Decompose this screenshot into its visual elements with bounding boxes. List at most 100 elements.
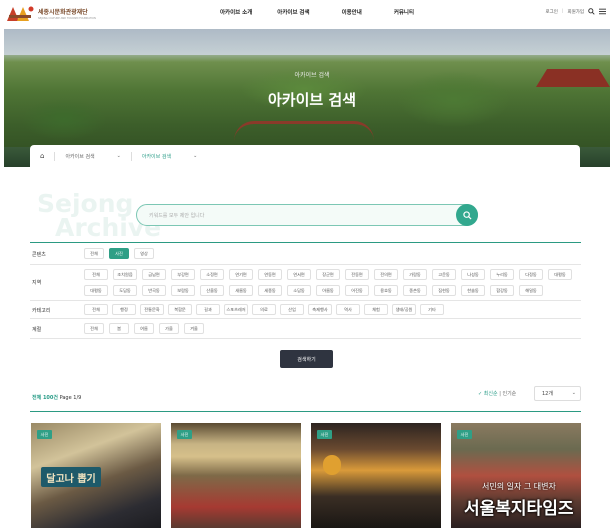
- filter-chip[interactable]: 가을: [159, 323, 179, 334]
- card-badge: 사진: [177, 430, 192, 439]
- results-top-line: [30, 411, 581, 412]
- nav-item-guide[interactable]: 이용안내: [342, 8, 362, 16]
- header: 세종시문화관광재단 SEJONG CULTURE AND TOURISM FOU…: [0, 0, 614, 27]
- filter-chip[interactable]: 아름동: [316, 285, 340, 296]
- filter-chip-active[interactable]: 사진: [109, 248, 129, 259]
- filter-chip[interactable]: 전통문화: [140, 304, 164, 315]
- logo[interactable]: 세종시문화관광재단 SEJONG CULTURE AND TOURISM FOU…: [5, 3, 100, 23]
- filter-chip[interactable]: 종촌동: [403, 285, 427, 296]
- filter-chip[interactable]: 반곡동: [142, 285, 166, 296]
- home-icon[interactable]: ⌂: [40, 152, 44, 160]
- chevron-down-icon[interactable]: ⌄: [193, 153, 197, 159]
- filter-chip[interactable]: 해밀동: [519, 285, 543, 296]
- filter-chip[interactable]: 장군면: [316, 269, 340, 280]
- filter-chip[interactable]: 어진동: [345, 285, 369, 296]
- filter-chip[interactable]: 전체: [84, 304, 108, 315]
- result-card[interactable]: 달고나 뽑기 사진: [31, 423, 161, 528]
- filter-chip[interactable]: 전동면: [345, 269, 369, 280]
- filter-chip[interactable]: 여름: [134, 323, 154, 334]
- card-badge: 사진: [457, 430, 472, 439]
- join-link[interactable]: 회원가입: [567, 9, 584, 15]
- filter-chip[interactable]: 전체: [84, 248, 104, 259]
- card-photo-figure: [323, 455, 341, 475]
- logo-title: 세종시문화관광재단: [38, 8, 88, 16]
- filter-chip[interactable]: 연기면: [229, 269, 253, 280]
- filter-chip[interactable]: 대평동: [84, 285, 108, 296]
- filter-chip[interactable]: 전체: [84, 323, 104, 334]
- filter-chip[interactable]: 봄: [109, 323, 129, 334]
- nav-item-search[interactable]: 아카이브 검색: [277, 8, 309, 16]
- page-indicator: Page 1/9: [59, 395, 82, 401]
- per-page-value: 12개: [542, 391, 553, 397]
- breadcrumb-level2[interactable]: 아카이브 검색: [142, 153, 171, 160]
- result-card[interactable]: 사진: [311, 423, 441, 528]
- breadcrumb: ⌂ 아카이브 검색 ⌄ 아카이브 검색 ⌄: [30, 145, 580, 167]
- filter-chip[interactable]: 소담동: [287, 285, 311, 296]
- filter-chip[interactable]: 전의면: [374, 269, 398, 280]
- filter-chip[interactable]: 의료: [252, 304, 276, 315]
- per-page-select[interactable]: 12개 ⌄: [534, 386, 581, 401]
- filter-chip[interactable]: 누리동: [490, 269, 514, 280]
- filter-chip[interactable]: 산울동: [200, 285, 224, 296]
- breadcrumb-level1[interactable]: 아카이브 검색: [65, 153, 94, 160]
- total-count: 전체 100건: [32, 395, 58, 401]
- filter-chip[interactable]: 소정면: [200, 269, 224, 280]
- filter-chip[interactable]: 역사: [336, 304, 360, 315]
- filter-chip[interactable]: 영상: [134, 248, 154, 259]
- breadcrumb-divider: [130, 151, 132, 161]
- filter-chip[interactable]: 체험: [364, 304, 388, 315]
- chevron-down-icon[interactable]: ⌄: [117, 153, 121, 159]
- press-watermark: 서울복지타임즈: [464, 499, 574, 519]
- filter-chip[interactable]: 용호동: [374, 285, 398, 296]
- card-badge: 사진: [317, 430, 332, 439]
- sort-divider: |: [499, 391, 501, 397]
- filter-chip[interactable]: 고운동: [432, 269, 456, 280]
- logo-mark-icon: [7, 6, 34, 21]
- logo-subtitle: SEJONG CULTURE AND TOURISM FOUNDATION: [38, 16, 96, 20]
- filter-chip[interactable]: 겨울: [184, 323, 204, 334]
- search-icon: [462, 210, 472, 220]
- filter-chip[interactable]: 조치원읍: [113, 269, 137, 280]
- filter-chip[interactable]: 나성동: [461, 269, 485, 280]
- nav-item-about[interactable]: 아카이브 소개: [220, 8, 252, 16]
- filter-chip[interactable]: 기타: [420, 304, 444, 315]
- main-nav: 아카이브 소개 아카이브 검색 이용안내 커뮤니티: [215, 8, 414, 16]
- chevron-down-icon: ⌄: [571, 390, 576, 396]
- filter-chip[interactable]: 가람동: [403, 269, 427, 280]
- filter-chip[interactable]: 대평동: [548, 269, 572, 280]
- filter-chip[interactable]: 행정: [112, 304, 136, 315]
- sort-popular[interactable]: 인기순: [502, 391, 516, 397]
- filter-chip[interactable]: 부강면: [171, 269, 195, 280]
- filter-chip[interactable]: 스포츠레저: [224, 304, 248, 315]
- card-photo-caption: 서민의 일자 그 대변자: [482, 482, 556, 491]
- filter-chip[interactable]: 합강동: [490, 285, 514, 296]
- result-count: 전체 100건 Page 1/9: [32, 394, 81, 401]
- filter-row-region: 지역 전체 조치원읍 금남면 부강면 소정면 연기면 연동면 연서면 장군면 전동면 전의면 가람동 고…: [30, 265, 581, 301]
- search-placeholder: 키워드를 모두 제안 입니다: [149, 213, 205, 219]
- filter-chip[interactable]: 연동면: [258, 269, 282, 280]
- search-submit-button[interactable]: 검색하기: [280, 350, 333, 368]
- filter-chip[interactable]: 산업: [280, 304, 304, 315]
- filter-chip[interactable]: 집현동: [432, 285, 456, 296]
- result-card[interactable]: 사진: [171, 423, 301, 528]
- filter-chip[interactable]: 전체: [84, 269, 108, 280]
- filter-chip[interactable]: 길과: [196, 304, 220, 315]
- filter-chip[interactable]: 축제행사: [308, 304, 332, 315]
- filter-chip[interactable]: 새롬동: [229, 285, 253, 296]
- filter-chip[interactable]: 세종동: [258, 285, 282, 296]
- filter-chip[interactable]: 생태/공원: [392, 304, 416, 315]
- search-button[interactable]: [456, 204, 478, 226]
- menu-icon[interactable]: [599, 8, 606, 15]
- filter-chip[interactable]: 도담동: [113, 285, 137, 296]
- filter-chip[interactable]: 금남면: [142, 269, 166, 280]
- filter-chip[interactable]: 다정동: [519, 269, 543, 280]
- filter-chip[interactable]: 보람동: [171, 285, 195, 296]
- sort-newest[interactable]: 최신순: [484, 391, 498, 397]
- nav-item-community[interactable]: 커뮤니티: [394, 8, 414, 16]
- filter-chip[interactable]: 한솔동: [461, 285, 485, 296]
- filter-chip[interactable]: 연서면: [287, 269, 311, 280]
- login-link[interactable]: 로그인: [545, 9, 557, 15]
- filter-chip[interactable]: 복합문: [168, 304, 192, 315]
- search-icon[interactable]: [588, 8, 595, 15]
- search-input[interactable]: 키워드를 모두 제안 입니다: [136, 204, 478, 226]
